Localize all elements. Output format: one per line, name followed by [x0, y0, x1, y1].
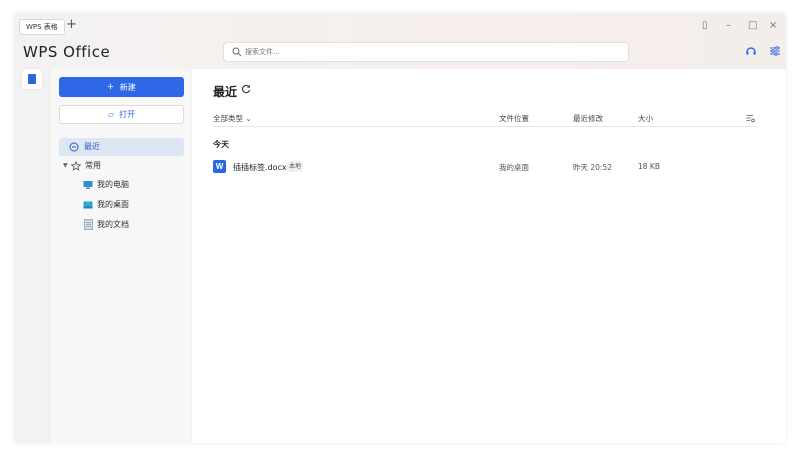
column-header-size[interactable]: 大小	[638, 113, 653, 124]
clock-icon	[69, 142, 79, 152]
file-name[interactable]: 插插标签.docx	[233, 162, 287, 173]
add-tab-button[interactable]: +	[66, 17, 77, 33]
maximize-button[interactable]: □	[748, 19, 757, 33]
word-doc-icon: W	[213, 160, 226, 173]
file-row[interactable]: W 插插标签.docx 本地 我的桌面 昨天 20:52 18 KB	[206, 157, 766, 179]
sidebar-item-my-documents[interactable]: 我的文档	[83, 219, 183, 233]
sidebar-item-label: 我的电脑	[97, 180, 129, 189]
file-modified: 昨天 20:52	[573, 163, 612, 172]
column-header-location[interactable]: 文件位置	[499, 113, 529, 124]
search-icon	[232, 47, 242, 57]
star-icon	[71, 161, 81, 171]
page-title: 最近	[213, 85, 238, 99]
new-button-label: 新建	[119, 83, 136, 92]
sidebar-item-label: 我的桌面	[97, 200, 129, 209]
sidebar-item-my-desktop[interactable]: 我的桌面	[83, 199, 183, 213]
close-button[interactable]: ×	[769, 19, 777, 33]
search-box[interactable]	[223, 42, 629, 62]
sidebar: + 新建 ▱ 打开 最近 ▼ 常用 我的电脑 我的桌面 我的文档	[49, 69, 191, 443]
header-divider	[213, 126, 757, 127]
sidebar-item-label: 我的文档	[97, 220, 129, 229]
local-badge: 本地	[287, 161, 304, 172]
app-window: WPS 表格 + ▯ – □ × WPS Office + 新建	[14, 13, 786, 443]
caret-down-icon: ▼	[63, 162, 68, 169]
column-header-modified[interactable]: 最近修改	[573, 113, 603, 124]
tab-wps-spreadsheet[interactable]: WPS 表格	[19, 19, 65, 35]
rail-documents-button[interactable]	[22, 69, 42, 89]
settings-sliders-icon[interactable]	[769, 45, 781, 57]
group-label-today: 今天	[213, 140, 229, 149]
wps-office-logo: WPS Office	[23, 43, 111, 61]
file-size: 18 KB	[638, 162, 660, 171]
sidebar-item-my-computer[interactable]: 我的电脑	[83, 179, 183, 193]
sidebar-item-label: 常用	[85, 161, 101, 170]
headset-support-icon[interactable]	[745, 45, 757, 57]
open-button[interactable]: ▱ 打开	[59, 105, 184, 124]
sidebar-item-label: 最近	[84, 142, 100, 151]
plus-icon: +	[107, 81, 114, 93]
computer-icon	[83, 181, 93, 189]
new-button[interactable]: + 新建	[59, 77, 184, 97]
sidebar-item-recent[interactable]: 最近	[59, 138, 184, 156]
view-options-icon[interactable]	[746, 114, 755, 123]
search-input[interactable]	[245, 45, 615, 59]
documents-icon	[84, 219, 93, 230]
desktop-icon	[83, 201, 93, 209]
tablet-mode-icon[interactable]: ▯	[702, 19, 708, 33]
open-button-label: 打开	[119, 110, 136, 119]
file-location: 我的桌面	[499, 163, 529, 172]
minimize-button[interactable]: –	[726, 19, 731, 33]
main-panel: 最近 全部类型 ⌄ 文件位置 最近修改 大小 今天 W 插插标签.docx 本地…	[192, 69, 786, 443]
tab-bar: WPS 表格 + ▯ – □ ×	[14, 13, 786, 39]
document-icon	[28, 74, 36, 84]
sidebar-group-common[interactable]: ▼ 常用	[63, 160, 183, 174]
folder-open-icon: ▱	[107, 110, 115, 119]
refresh-icon[interactable]	[241, 84, 251, 94]
type-filter-dropdown[interactable]: 全部类型 ⌄	[213, 113, 252, 124]
